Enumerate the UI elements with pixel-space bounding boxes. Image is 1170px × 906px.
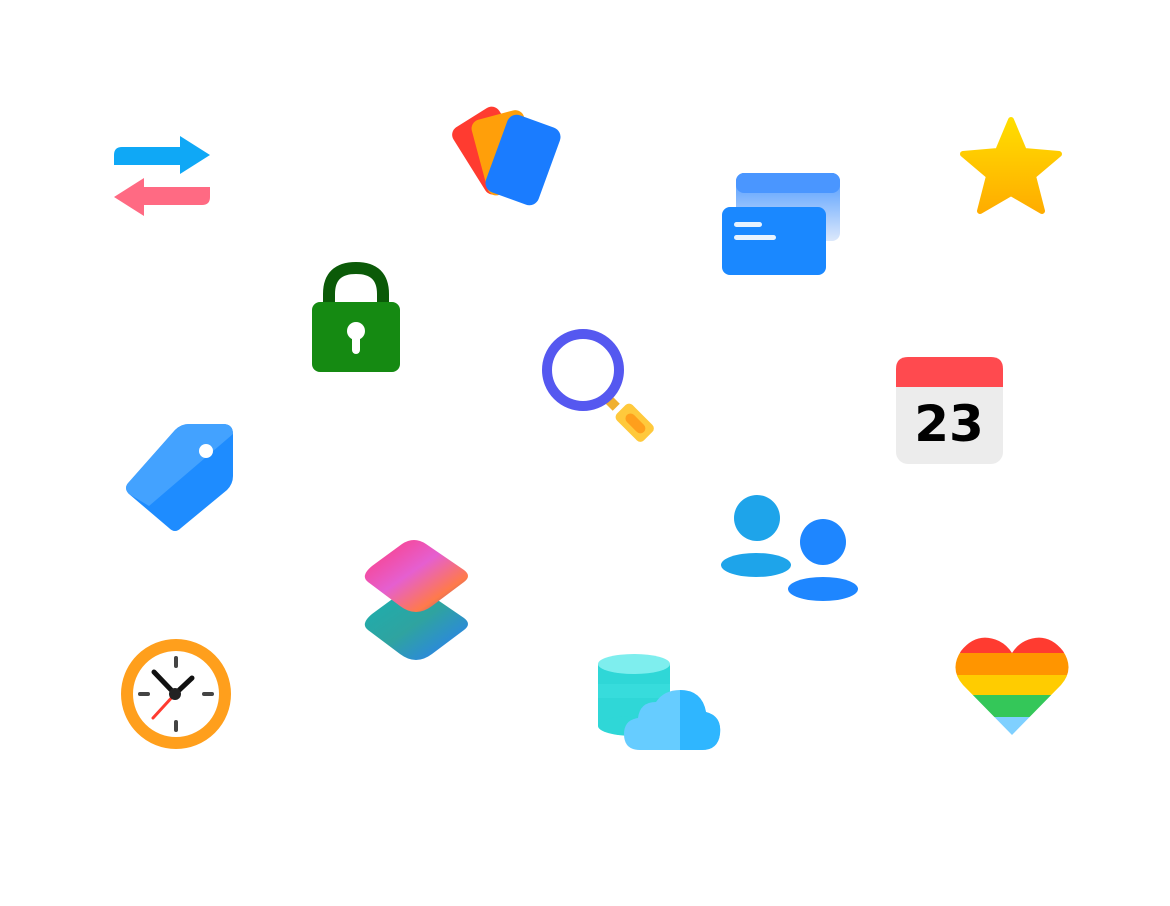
- calendar-icon: 23: [895, 356, 1005, 466]
- lock-icon: [310, 261, 402, 374]
- wallet-cards-icon: [450, 104, 568, 208]
- swap-arrows-icon: [110, 133, 214, 229]
- tag-icon: [123, 422, 235, 534]
- cloud-database-icon: [594, 650, 726, 754]
- search-icon: [538, 326, 662, 450]
- users-icon: [720, 494, 860, 604]
- star-icon: [957, 114, 1065, 218]
- icon-collage: 23: [0, 0, 1170, 906]
- rainbow-heart-icon: [955, 633, 1069, 737]
- calendar-day: 23: [914, 395, 984, 453]
- clock-icon: [118, 636, 234, 752]
- shortcuts-icon: [360, 538, 472, 668]
- credit-cards-icon: [720, 171, 844, 279]
